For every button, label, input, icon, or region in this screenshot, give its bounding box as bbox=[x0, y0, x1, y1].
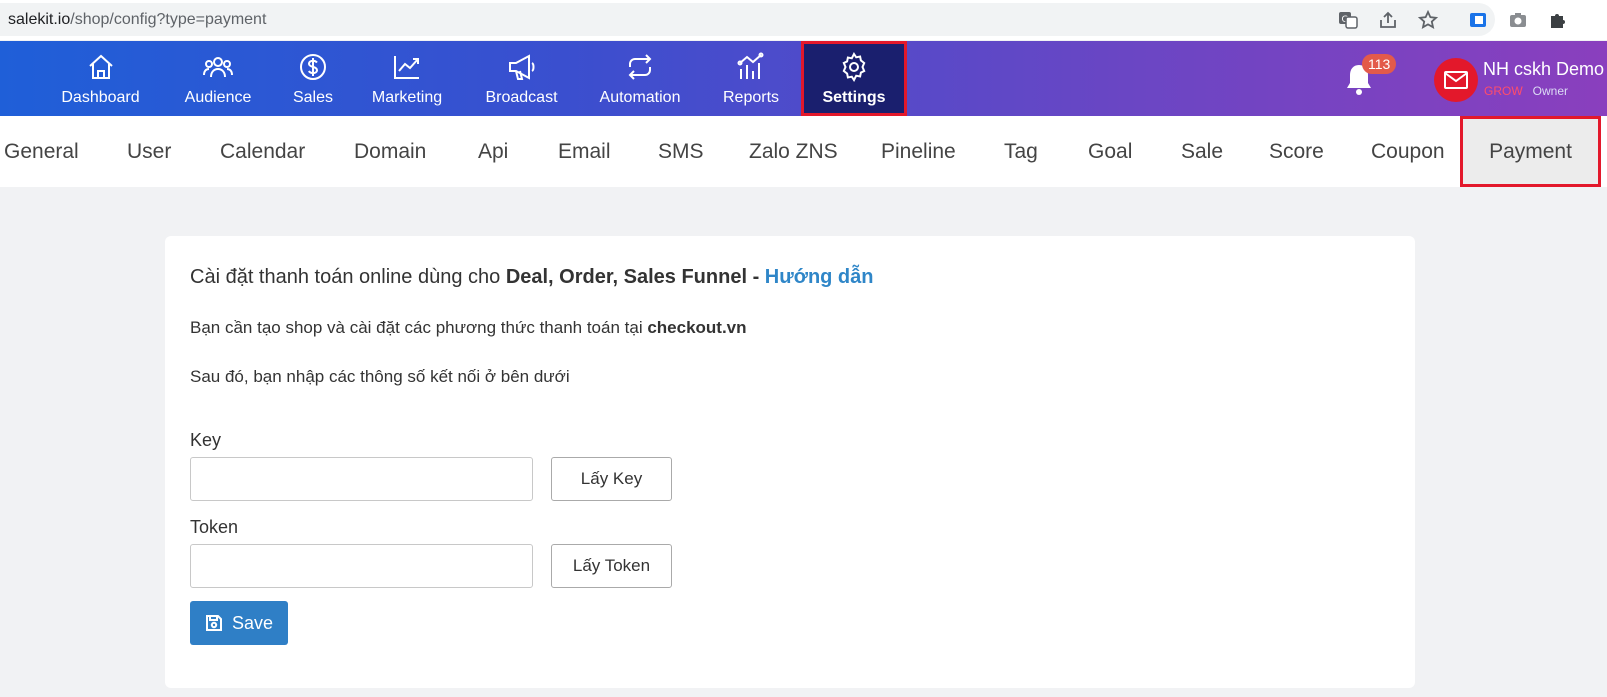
nav-label: Reports bbox=[722, 88, 780, 106]
nav-label: Marketing bbox=[371, 88, 443, 106]
tab-calendar[interactable]: Calendar bbox=[220, 116, 305, 187]
main-navigation: Dashboard Audience Sales Marketing Broad… bbox=[0, 41, 1607, 116]
users-icon bbox=[203, 56, 233, 77]
tab-tag[interactable]: Tag bbox=[1004, 116, 1038, 187]
get-key-button[interactable]: Lấy Key bbox=[551, 457, 672, 501]
url-path: /shop/config?type=payment bbox=[70, 11, 267, 28]
megaphone-icon bbox=[508, 53, 534, 80]
mail-icon bbox=[1444, 71, 1468, 89]
url-text: salekit.io/shop/config?type=payment bbox=[8, 11, 266, 29]
puzzle-icon[interactable] bbox=[1545, 8, 1571, 32]
payment-settings-card: Cài đặt thanh toán online dùng cho Deal,… bbox=[165, 236, 1415, 688]
save-label: Save bbox=[231, 612, 274, 633]
heading-bold: Deal, Order, Sales Funnel bbox=[505, 266, 748, 288]
checkout-domain: checkout.vn bbox=[647, 318, 747, 337]
token-label: Token bbox=[190, 517, 239, 537]
user-role: Owner bbox=[1532, 84, 1569, 98]
nav-audience[interactable]: Audience bbox=[178, 41, 258, 116]
bar-chart-icon bbox=[737, 52, 764, 79]
tab-pineline[interactable]: Pineline bbox=[881, 116, 956, 187]
tab-user[interactable]: User bbox=[127, 116, 171, 187]
url-field[interactable]: salekit.io/shop/config?type=payment bbox=[0, 3, 1495, 36]
nav-label: Broadcast bbox=[485, 88, 558, 106]
star-icon[interactable] bbox=[1415, 8, 1441, 32]
token-input[interactable] bbox=[190, 544, 533, 588]
translate-icon[interactable]: G bbox=[1335, 8, 1361, 32]
avatar[interactable] bbox=[1434, 58, 1478, 102]
save-button[interactable]: Save bbox=[190, 601, 288, 645]
user-name[interactable]: NH cskh Demo bbox=[1483, 59, 1604, 80]
key-label: Key bbox=[190, 430, 222, 450]
nav-label: Settings bbox=[822, 88, 886, 106]
tab-coupon[interactable]: Coupon bbox=[1371, 116, 1445, 187]
save-icon bbox=[205, 615, 222, 631]
nav-reports[interactable]: Reports bbox=[718, 41, 784, 116]
nav-settings[interactable]: Settings bbox=[801, 41, 907, 116]
nav-label: Audience bbox=[184, 88, 252, 106]
tab-score[interactable]: Score bbox=[1269, 116, 1324, 187]
nav-broadcast[interactable]: Broadcast bbox=[484, 41, 559, 116]
plan-badge: GROW bbox=[1484, 84, 1523, 98]
instruction-line-1: Bạn cần tạo shop và cài đặt các phương t… bbox=[190, 318, 747, 338]
key-input[interactable] bbox=[190, 457, 533, 501]
heading-text: Cài đặt thanh toán online dùng cho bbox=[190, 266, 506, 288]
nav-marketing[interactable]: Marketing bbox=[367, 41, 447, 116]
dollar-icon bbox=[300, 53, 326, 80]
tab-domain[interactable]: Domain bbox=[354, 116, 426, 187]
instruction-text: Bạn cần tạo shop và cài đặt các phương t… bbox=[190, 318, 648, 337]
settings-tabs: General User Calendar Domain Api Email S… bbox=[0, 116, 1607, 187]
page-title: Cài đặt thanh toán online dùng cho Deal,… bbox=[190, 266, 874, 289]
nav-automation[interactable]: Automation bbox=[595, 41, 685, 116]
extension-icon[interactable] bbox=[1465, 8, 1491, 32]
repeat-icon bbox=[628, 53, 652, 80]
get-token-button[interactable]: Lấy Token bbox=[551, 544, 672, 588]
tab-sms[interactable]: SMS bbox=[658, 116, 704, 187]
share-icon[interactable] bbox=[1375, 8, 1401, 32]
tab-email[interactable]: Email bbox=[558, 116, 611, 187]
nav-sales[interactable]: Sales bbox=[288, 41, 338, 116]
tab-goal[interactable]: Goal bbox=[1088, 116, 1132, 187]
nav-label: Sales bbox=[292, 88, 334, 106]
heading-separator: - bbox=[747, 266, 765, 288]
browser-toolbar: G bbox=[1335, 8, 1571, 32]
browser-address-bar: salekit.io/shop/config?type=payment G bbox=[0, 0, 1607, 40]
tab-payment[interactable]: Payment bbox=[1460, 116, 1601, 187]
instruction-line-2: Sau đó, bạn nhập các thông số kết nối ở … bbox=[190, 367, 570, 386]
tab-api[interactable]: Api bbox=[478, 116, 508, 187]
home-icon bbox=[88, 54, 113, 79]
camera-icon[interactable] bbox=[1505, 8, 1531, 32]
gear-icon bbox=[842, 51, 866, 82]
tab-zalo-zns[interactable]: Zalo ZNS bbox=[749, 116, 838, 187]
user-meta: GROW Owner bbox=[1484, 84, 1568, 98]
nav-dashboard[interactable]: Dashboard bbox=[53, 41, 148, 116]
notification-count-badge: 113 bbox=[1362, 54, 1397, 74]
nav-label: Dashboard bbox=[61, 88, 140, 106]
nav-label: Automation bbox=[599, 88, 681, 106]
guide-link[interactable]: Hướng dẫn bbox=[765, 266, 874, 288]
tab-general[interactable]: General bbox=[4, 116, 79, 187]
url-host: salekit.io bbox=[8, 11, 71, 28]
tab-sale[interactable]: Sale bbox=[1181, 116, 1223, 187]
trend-icon bbox=[394, 55, 419, 79]
